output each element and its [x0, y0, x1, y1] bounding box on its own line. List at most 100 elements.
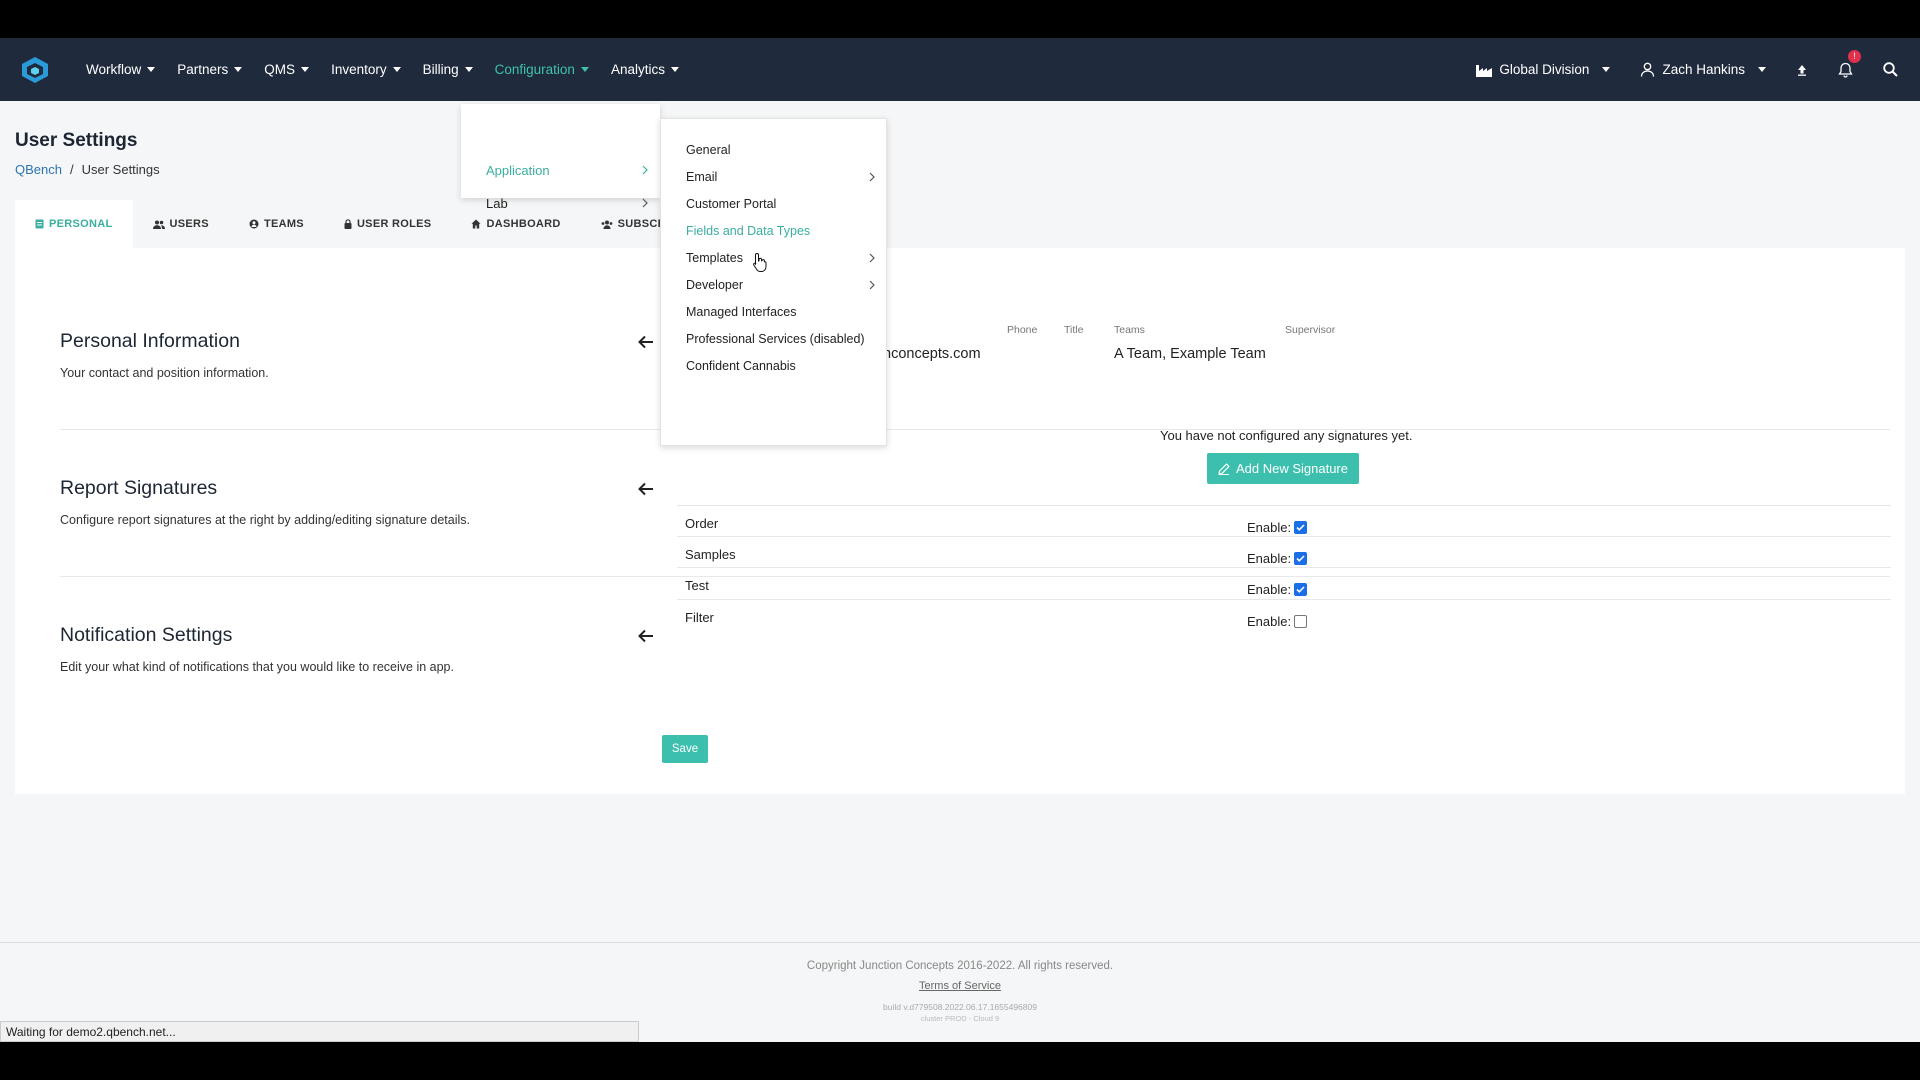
division-label: Global Division	[1499, 62, 1590, 77]
submenu-item-fields-and-data-types[interactable]: Fields and Data Types	[686, 224, 810, 238]
title-label: Title	[1064, 324, 1084, 336]
user-icon	[1641, 62, 1655, 77]
user-menu[interactable]: Zach Hankins	[1640, 62, 1766, 77]
nav-item-billing[interactable]: Billing	[423, 62, 473, 77]
menu-item-lab[interactable]: Lab	[486, 196, 508, 211]
submenu-item-developer[interactable]: Developer	[686, 278, 743, 292]
enable-checkbox[interactable]	[1294, 552, 1308, 565]
nav-item-workflow[interactable]: Workflow	[86, 62, 156, 77]
submenu-item-professional-services-disabled[interactable]: Professional Services (disabled)	[686, 332, 865, 346]
enable-checkbox[interactable]	[1294, 615, 1308, 628]
enable-label: Enable:	[1247, 520, 1292, 535]
report-signatures-title: Report Signatures	[60, 477, 218, 499]
top-navbar: Workflow Partners QMS Inventory Billing Confi…	[0, 38, 1920, 101]
breadcrumb-root-link[interactable]: QBench	[15, 162, 62, 177]
add-new-signature-button[interactable]: Add New Signature	[1207, 453, 1359, 484]
breadcrumb: QBench / User Settings	[15, 162, 160, 177]
enable-label: Enable:	[1247, 614, 1292, 629]
enable-label: Enable:	[1247, 582, 1292, 597]
submenu-item-customer-portal[interactable]: Customer Portal	[686, 197, 776, 211]
chevron-down-icon	[147, 67, 156, 72]
configuration-dropdown: Application Lab	[461, 104, 660, 211]
notification-label: Samples	[685, 547, 736, 562]
settings-tabs: PERSONAL USERS TEAMS USER ROLES DASHBOAR…	[15, 200, 677, 248]
submenu-item-general[interactable]: General	[686, 143, 730, 157]
tab-label: PERSONAL	[49, 218, 113, 230]
tab-user-roles[interactable]: USER ROLES	[324, 200, 452, 248]
enable-control: Enable:	[1247, 614, 1308, 629]
nav-item-label: Analytics	[610, 62, 665, 77]
chevron-down-icon	[392, 67, 401, 72]
page-title: User Settings	[15, 130, 138, 151]
notification-row-filter: Filter Enable:	[677, 599, 1891, 637]
teams-icon	[249, 219, 259, 229]
enable-control: Enable:	[1247, 520, 1308, 535]
terms-of-service-link[interactable]: Terms of Service	[0, 980, 1920, 992]
qbench-logo-icon[interactable]	[20, 56, 50, 84]
nav-item-label: Billing	[422, 62, 459, 77]
upload-icon	[1798, 64, 1806, 76]
nav-item-analytics[interactable]: Analytics	[611, 62, 679, 77]
breadcrumb-separator: /	[69, 162, 74, 177]
enable-control: Enable:	[1247, 582, 1308, 597]
submenu-item-email[interactable]: Email	[686, 170, 717, 184]
nav-item-label: Partners	[177, 62, 229, 77]
chevron-down-icon	[1602, 67, 1611, 72]
division-selector[interactable]: Global Division	[1476, 62, 1611, 77]
chevron-right-icon	[869, 280, 875, 290]
nav-item-configuration[interactable]: Configuration	[495, 62, 589, 77]
submenu-item-templates[interactable]: Templates	[686, 251, 743, 265]
tab-label: USERS	[169, 218, 209, 230]
tab-label: DASHBOARD	[486, 218, 561, 230]
tab-label: USER ROLES	[356, 218, 432, 230]
id-card-icon	[35, 219, 44, 229]
arrow-left-icon[interactable]	[637, 627, 655, 645]
nav-item-qms[interactable]: QMS	[264, 62, 310, 77]
upload-button[interactable]	[1796, 64, 1808, 76]
notification-label: Test	[685, 578, 709, 593]
search-button[interactable]	[1883, 62, 1898, 77]
application-submenu: General Email Customer Portal Fields and Da…	[660, 118, 887, 446]
chevron-down-icon	[1758, 67, 1766, 72]
submenu-item-managed-interfaces[interactable]: Managed Interfaces	[686, 305, 797, 319]
teams-value: A Team, Example Team	[1114, 346, 1266, 362]
enable-checkbox[interactable]	[1294, 583, 1308, 596]
subscribers-icon	[601, 220, 613, 229]
arrow-left-icon[interactable]	[637, 333, 655, 351]
notifications-button[interactable]: !	[1838, 49, 1861, 78]
menu-item-application[interactable]: Application	[486, 163, 550, 178]
tab-dashboard[interactable]: DASHBOARD	[451, 200, 580, 248]
notification-settings-desc: Edit your what kind of notifications tha…	[60, 660, 454, 674]
checkmark-icon	[1296, 524, 1305, 531]
chevron-right-icon	[869, 253, 875, 263]
lock-icon	[344, 219, 352, 229]
pencil-icon	[1218, 462, 1230, 475]
submenu-item-confident-cannabis[interactable]: Confident Cannabis	[686, 359, 796, 373]
notification-label: Order	[685, 516, 719, 531]
browser-viewport: Workflow Partners QMS Inventory Billing Confi…	[0, 38, 1920, 1042]
footer-divider	[0, 942, 1920, 943]
nav-item-partners[interactable]: Partners	[177, 62, 243, 77]
user-name: Zach Hankins	[1662, 62, 1745, 77]
tab-personal[interactable]: PERSONAL	[15, 200, 133, 248]
personal-info-desc: Your contact and position information.	[60, 366, 269, 380]
arrow-left-icon[interactable]	[637, 480, 655, 498]
add-new-signature-label: Add New Signature	[1235, 461, 1348, 476]
chevron-down-icon	[670, 67, 679, 72]
save-button[interactable]: Save	[662, 735, 708, 763]
hand-cursor-icon	[753, 252, 767, 272]
tab-users[interactable]: USERS	[133, 200, 229, 248]
nav-item-label: Configuration	[494, 62, 575, 77]
nav-item-label: Inventory	[331, 62, 387, 77]
tab-teams[interactable]: TEAMS	[229, 200, 324, 248]
nav-item-inventory[interactable]: Inventory	[331, 62, 401, 77]
chevron-down-icon	[464, 67, 473, 72]
enable-checkbox[interactable]	[1294, 521, 1308, 534]
tab-label: TEAMS	[263, 218, 304, 230]
chevron-right-icon	[869, 172, 875, 182]
settings-card: Personal Information Your contact and po…	[15, 248, 1905, 794]
supervisor-label: Supervisor	[1285, 324, 1336, 336]
breadcrumb-current: User Settings	[81, 162, 160, 177]
phone-label: Phone	[1007, 324, 1038, 336]
chevron-right-icon	[642, 198, 648, 208]
